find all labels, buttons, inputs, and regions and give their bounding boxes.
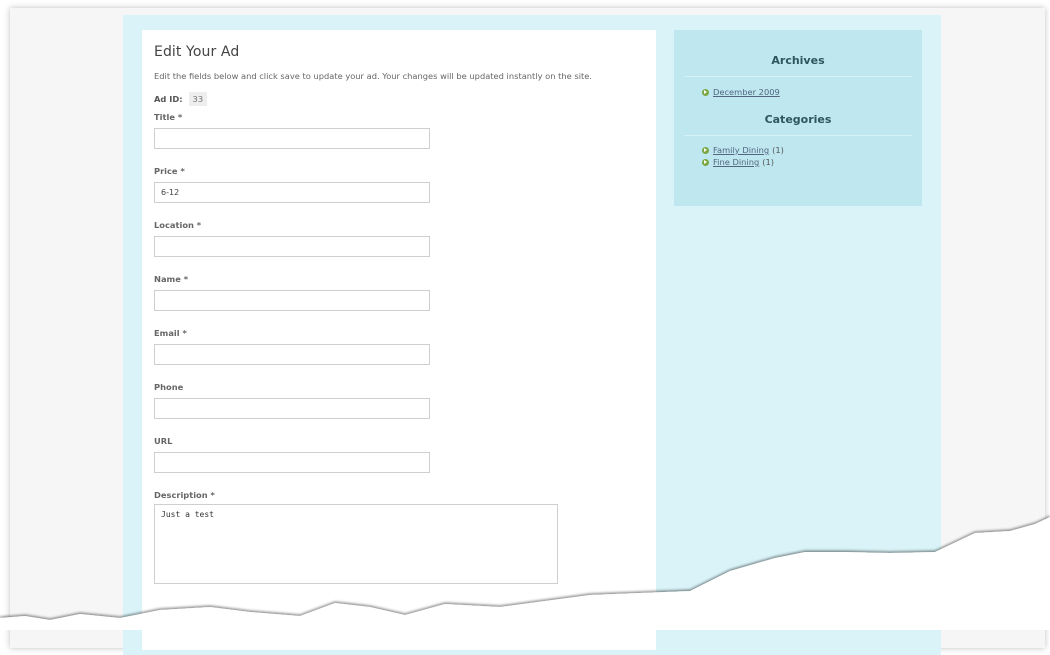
title-input[interactable] [154, 128, 430, 149]
arrow-bullet-icon [702, 88, 709, 96]
phone-input[interactable] [154, 398, 430, 419]
name-field: Name * [154, 274, 644, 311]
email-field: Email * [154, 328, 644, 365]
location-field: Location * [154, 220, 644, 257]
price-input[interactable] [154, 182, 430, 203]
archives-heading: Archives [771, 54, 825, 67]
category-item: Fine Dining (1) [702, 157, 922, 167]
archives-divider [684, 76, 912, 77]
url-label: URL [154, 436, 173, 446]
archive-link-december-2009[interactable]: December 2009 [713, 87, 780, 97]
ad-id-value: 33 [188, 92, 208, 106]
page-title: Edit Your Ad [154, 44, 240, 60]
category-link-family-dining[interactable]: Family Dining [713, 145, 769, 155]
email-input[interactable] [154, 344, 430, 365]
archives-list: December 2009 [674, 87, 922, 97]
price-label: Price * [154, 166, 185, 176]
categories-divider [684, 135, 912, 136]
arrow-bullet-icon [702, 146, 709, 154]
email-label: Email * [154, 328, 187, 338]
category-link-fine-dining[interactable]: Fine Dining [713, 157, 759, 167]
sidebar-widget: Archives December 2009 Categories Family… [674, 30, 922, 206]
arrow-bullet-icon [702, 158, 709, 166]
category-count: (1) [772, 145, 784, 155]
phone-field: Phone [154, 382, 644, 419]
name-label: Name * [154, 274, 189, 284]
name-input[interactable] [154, 290, 430, 311]
description-field: Description * Just a test [154, 490, 644, 588]
description-textarea[interactable]: Just a test [154, 504, 558, 584]
price-field: Price * [154, 166, 644, 203]
url-field: URL [154, 436, 644, 473]
description-label: Description * [154, 490, 215, 500]
location-input[interactable] [154, 236, 430, 257]
ad-id-label: Ad ID: [154, 94, 183, 104]
url-input[interactable] [154, 452, 430, 473]
categories-list: Family Dining (1) Fine Dining (1) [674, 145, 922, 167]
phone-label: Phone [154, 382, 184, 392]
title-field: Title * [154, 112, 644, 149]
category-count: (1) [762, 157, 775, 167]
form-instructions: Edit the fields below and click save to … [154, 71, 592, 81]
categories-heading: Categories [764, 113, 832, 126]
title-label: Title * [154, 112, 183, 122]
ad-id-row: Ad ID: 33 [154, 92, 644, 106]
location-label: Location * [154, 220, 202, 230]
edit-ad-panel: Edit Your Ad Edit the fields below and c… [142, 30, 656, 650]
archive-item: December 2009 [702, 87, 922, 97]
category-item: Family Dining (1) [702, 145, 922, 155]
